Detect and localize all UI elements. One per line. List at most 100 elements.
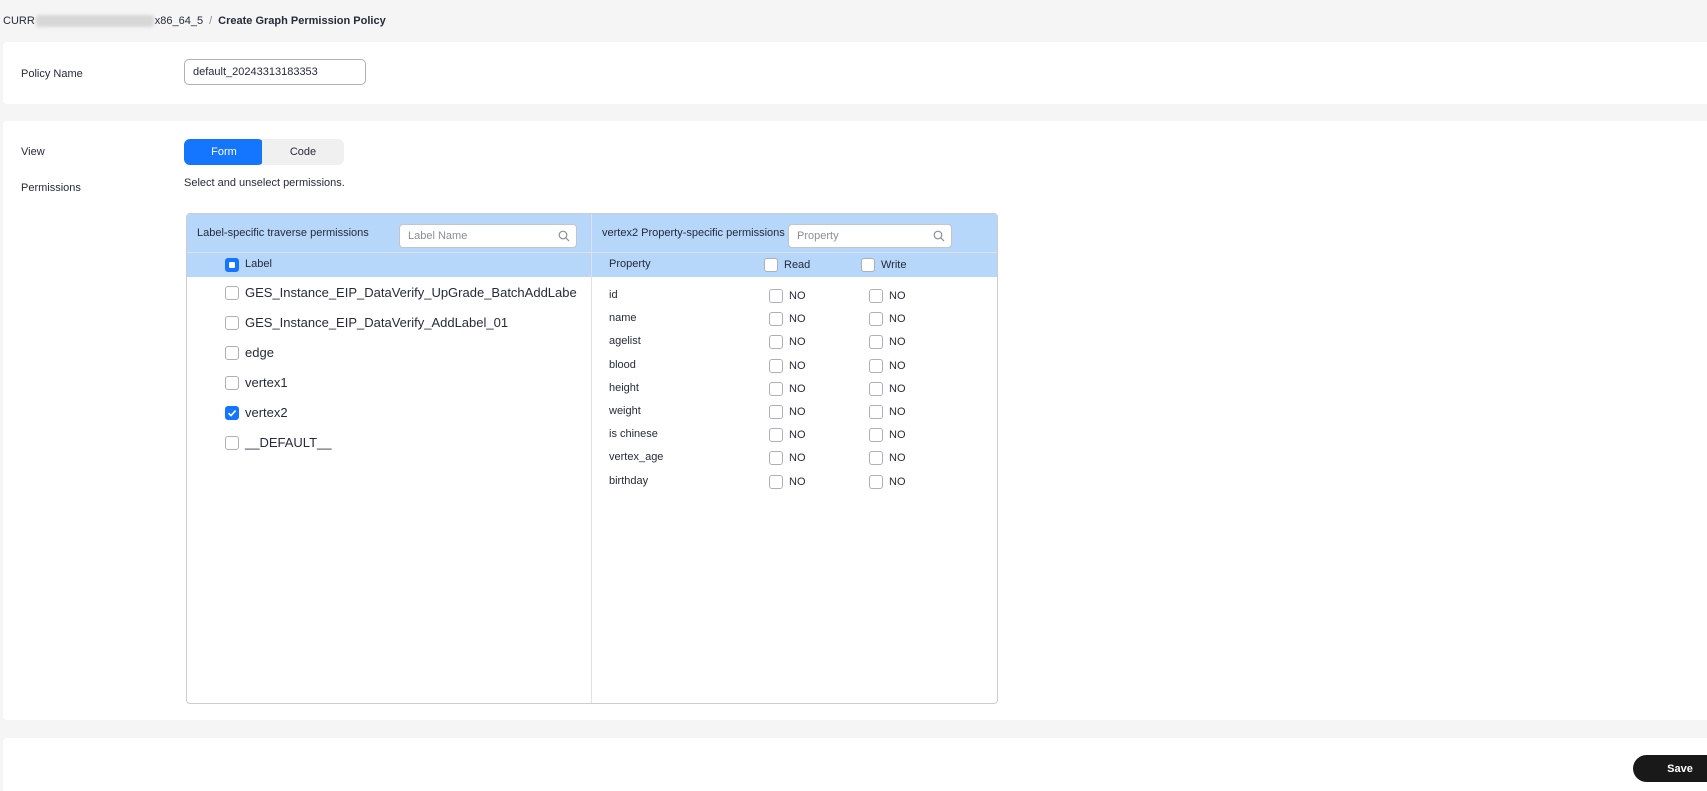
read-column-title: Read [784, 259, 811, 271]
property-row: is chinese NO NO [592, 423, 997, 446]
breadcrumb-prefix[interactable]: CURR [3, 15, 35, 27]
property-name: id [609, 289, 618, 301]
read-checkbox[interactable] [769, 289, 783, 303]
label-checkbox[interactable] [225, 346, 239, 360]
write-value: NO [889, 406, 906, 418]
check-icon [227, 410, 237, 417]
read-checkbox[interactable] [769, 335, 783, 350]
save-button[interactable]: Save [1633, 755, 1707, 782]
property-row: agelist NO NO [592, 330, 997, 353]
label-row[interactable]: vertex2 [187, 398, 591, 428]
read-checkbox[interactable] [769, 381, 783, 396]
label-name: vertex1 [245, 375, 288, 390]
policy-name-label: Policy Name [21, 68, 83, 80]
read-value: NO [789, 406, 806, 418]
write-checkbox[interactable] [869, 451, 883, 466]
property-name: agelist [609, 335, 641, 348]
read-value: NO [789, 336, 806, 349]
property-search-input[interactable] [789, 225, 951, 247]
permissions-table: Label-specific traverse permissions Labe… [186, 213, 998, 704]
label-search-input[interactable] [400, 225, 576, 247]
read-value: NO [789, 475, 806, 488]
write-value: NO [889, 452, 906, 465]
property-pane-title: vertex2 Property-specific permissions [602, 227, 785, 239]
select-all-write-checkbox[interactable] [861, 258, 875, 272]
breadcrumb-separator: / [209, 15, 213, 27]
redacted-text [35, 15, 154, 27]
label-checkbox[interactable] [225, 316, 239, 330]
write-checkbox[interactable] [869, 358, 883, 373]
property-name: name [609, 312, 637, 325]
write-checkbox[interactable] [869, 405, 883, 419]
property-column-header: Property Read Write [592, 253, 997, 277]
property-name: weight [609, 405, 641, 417]
label-row[interactable]: edge [187, 338, 591, 368]
label-column-header: Label [187, 253, 591, 277]
property-row: height NO NO [592, 377, 997, 400]
read-value: NO [789, 452, 806, 465]
search-icon[interactable] [933, 230, 945, 242]
select-all-read-checkbox[interactable] [764, 258, 778, 272]
write-value: NO [889, 429, 906, 442]
write-checkbox[interactable] [869, 289, 883, 303]
property-column-title: Property [609, 258, 651, 270]
write-value: NO [889, 336, 906, 349]
label-pane-title: Label-specific traverse permissions [197, 227, 369, 239]
permissions-label: Permissions [21, 182, 81, 194]
permissions-hint: Select and unselect permissions. [184, 177, 345, 189]
label-name: GES_Instance_EIP_DataVerify_AddLabel_01 [245, 315, 509, 330]
label-name: GES_Instance_EIP_DataVerify_UpGrade_Batc… [245, 285, 577, 300]
write-checkbox[interactable] [869, 335, 883, 350]
view-label: View [21, 146, 45, 158]
select-all-labels-checkbox[interactable] [225, 258, 239, 272]
property-search [788, 224, 952, 248]
label-pane-header: Label-specific traverse permissions [187, 214, 591, 253]
property-pane: vertex2 Property-specific permissions Pr… [592, 214, 997, 703]
label-row[interactable]: vertex1 [187, 368, 591, 398]
label-checkbox[interactable] [225, 286, 239, 300]
property-name: is chinese [609, 428, 658, 441]
property-row: name NO NO [592, 307, 997, 330]
label-checkbox[interactable] [225, 376, 239, 390]
read-checkbox[interactable] [769, 451, 783, 466]
property-name: height [609, 381, 639, 394]
read-value: NO [789, 382, 806, 395]
read-value: NO [789, 290, 806, 302]
view-code-button[interactable]: Code [262, 139, 344, 165]
breadcrumb: CURR x86_64_5 / Create Graph Permission … [3, 13, 386, 29]
read-checkbox[interactable] [769, 474, 783, 489]
write-checkbox[interactable] [869, 474, 883, 489]
write-checkbox[interactable] [869, 381, 883, 396]
label-checkbox[interactable] [225, 406, 239, 420]
write-checkbox[interactable] [869, 312, 883, 327]
permissions-card: View Form Code Permissions Select and un… [3, 121, 1707, 720]
write-value: NO [889, 475, 906, 488]
label-row[interactable]: GES_Instance_EIP_DataVerify_AddLabel_01 [187, 308, 591, 338]
label-name: __DEFAULT__ [245, 435, 332, 450]
read-value: NO [789, 429, 806, 442]
write-value: NO [889, 382, 906, 395]
read-value: NO [789, 313, 806, 326]
read-checkbox[interactable] [769, 358, 783, 373]
label-checkbox[interactable] [225, 436, 239, 450]
policy-name-input[interactable] [184, 59, 366, 85]
property-name: vertex_age [609, 451, 664, 464]
property-row: blood NO NO [592, 354, 997, 377]
write-checkbox[interactable] [869, 428, 883, 443]
footer-bar [3, 738, 1707, 791]
search-icon[interactable] [558, 230, 570, 242]
label-row[interactable]: GES_Instance_EIP_DataVerify_UpGrade_Batc… [187, 278, 591, 308]
view-form-button[interactable]: Form [184, 139, 264, 165]
breadcrumb-current: Create Graph Permission Policy [218, 15, 386, 27]
write-column-title: Write [881, 259, 907, 271]
label-row[interactable]: __DEFAULT__ [187, 428, 591, 458]
label-pane: Label-specific traverse permissions Labe… [187, 214, 592, 703]
read-checkbox[interactable] [769, 405, 783, 419]
read-checkbox[interactable] [769, 428, 783, 443]
label-column-title: Label [245, 258, 272, 270]
label-name: vertex2 [245, 405, 288, 420]
breadcrumb-instance[interactable]: x86_64_5 [155, 15, 203, 27]
view-toggle: Form Code [184, 139, 344, 165]
read-checkbox[interactable] [769, 312, 783, 327]
property-row: id NO NO [592, 284, 997, 307]
